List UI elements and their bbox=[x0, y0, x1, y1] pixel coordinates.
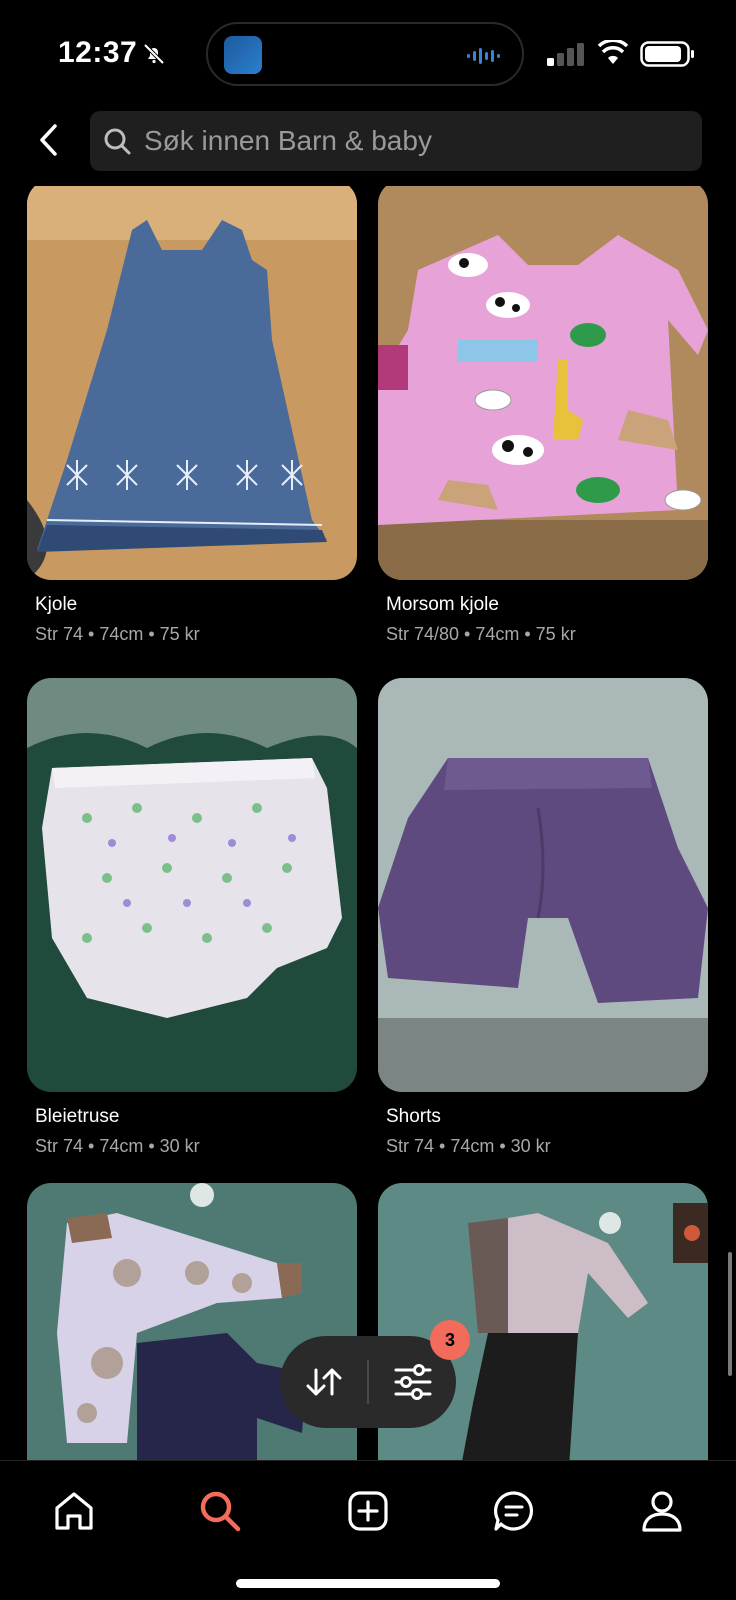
filter-sliders-icon bbox=[394, 1364, 431, 1400]
tab-home[interactable] bbox=[44, 1481, 104, 1541]
sort-button[interactable] bbox=[280, 1336, 367, 1428]
status-time: 12:37 bbox=[58, 36, 138, 69]
audio-wave-icon bbox=[467, 48, 500, 64]
listing-meta: Str 74 • 74cm • 30 kr bbox=[35, 1136, 200, 1156]
listing-photo-dress[interactable] bbox=[27, 186, 357, 580]
wifi-icon bbox=[598, 40, 628, 64]
tab-new-listing[interactable] bbox=[338, 1481, 398, 1541]
listing-title: Shorts bbox=[386, 1106, 441, 1127]
listing-title: Morsom kjole bbox=[386, 594, 499, 615]
search-icon bbox=[200, 1491, 241, 1532]
home-icon bbox=[55, 1492, 93, 1530]
listing-card[interactable]: Shorts Str 74 • 74cm • 30 kr bbox=[378, 678, 708, 1157]
home-indicator[interactable] bbox=[236, 1579, 500, 1588]
listing-card[interactable]: Morsom kjole Str 74/80 • 74cm • 75 kr bbox=[378, 186, 708, 645]
search-placeholder: Søk innen Barn & baby bbox=[144, 125, 432, 156]
tab-search[interactable] bbox=[190, 1481, 250, 1541]
chevron-left-icon bbox=[40, 124, 57, 156]
listing-grid[interactable]: Kjole Str 74 • 74cm • 75 kr Morsom kjole… bbox=[0, 186, 736, 1460]
add-icon bbox=[348, 1491, 388, 1531]
search-input[interactable]: Søk innen Barn & baby bbox=[90, 111, 702, 171]
bell-muted-icon bbox=[143, 43, 165, 65]
search-icon bbox=[104, 128, 131, 155]
now-playing-artwork bbox=[224, 36, 262, 74]
listing-meta: Str 74 • 74cm • 30 kr bbox=[386, 1136, 551, 1156]
cellular-signal-icon bbox=[547, 43, 584, 66]
listing-meta: Str 74 • 74cm • 75 kr bbox=[35, 624, 200, 644]
messages-icon bbox=[494, 1491, 534, 1531]
listing-card[interactable]: Kjole Str 74 • 74cm • 75 kr bbox=[27, 186, 357, 645]
sort-arrows-icon bbox=[306, 1368, 341, 1396]
listing-photo-shorts[interactable] bbox=[378, 678, 708, 1092]
tab-bar bbox=[0, 1460, 736, 1600]
profile-icon bbox=[642, 1491, 682, 1532]
listing-card[interactable]: Bleietruse Str 74 • 74cm • 30 kr bbox=[27, 678, 357, 1157]
back-button[interactable] bbox=[28, 118, 68, 162]
scrollbar-thumb[interactable] bbox=[728, 1252, 732, 1376]
listing-photo-pink-dress[interactable] bbox=[378, 186, 708, 580]
tab-profile[interactable] bbox=[632, 1481, 692, 1541]
status-bar: 12:37 bbox=[0, 0, 736, 100]
listing-title: Bleietruse bbox=[35, 1106, 120, 1127]
dynamic-island[interactable] bbox=[206, 22, 524, 86]
tab-messages[interactable] bbox=[484, 1481, 544, 1541]
sort-filter-control bbox=[280, 1336, 456, 1428]
listing-meta: Str 74/80 • 74cm • 75 kr bbox=[386, 624, 576, 644]
listing-title: Kjole bbox=[35, 594, 78, 615]
battery-icon bbox=[640, 41, 694, 67]
filter-count-badge: 3 bbox=[430, 1320, 470, 1360]
listing-photo-diaper-pants[interactable] bbox=[27, 678, 357, 1092]
